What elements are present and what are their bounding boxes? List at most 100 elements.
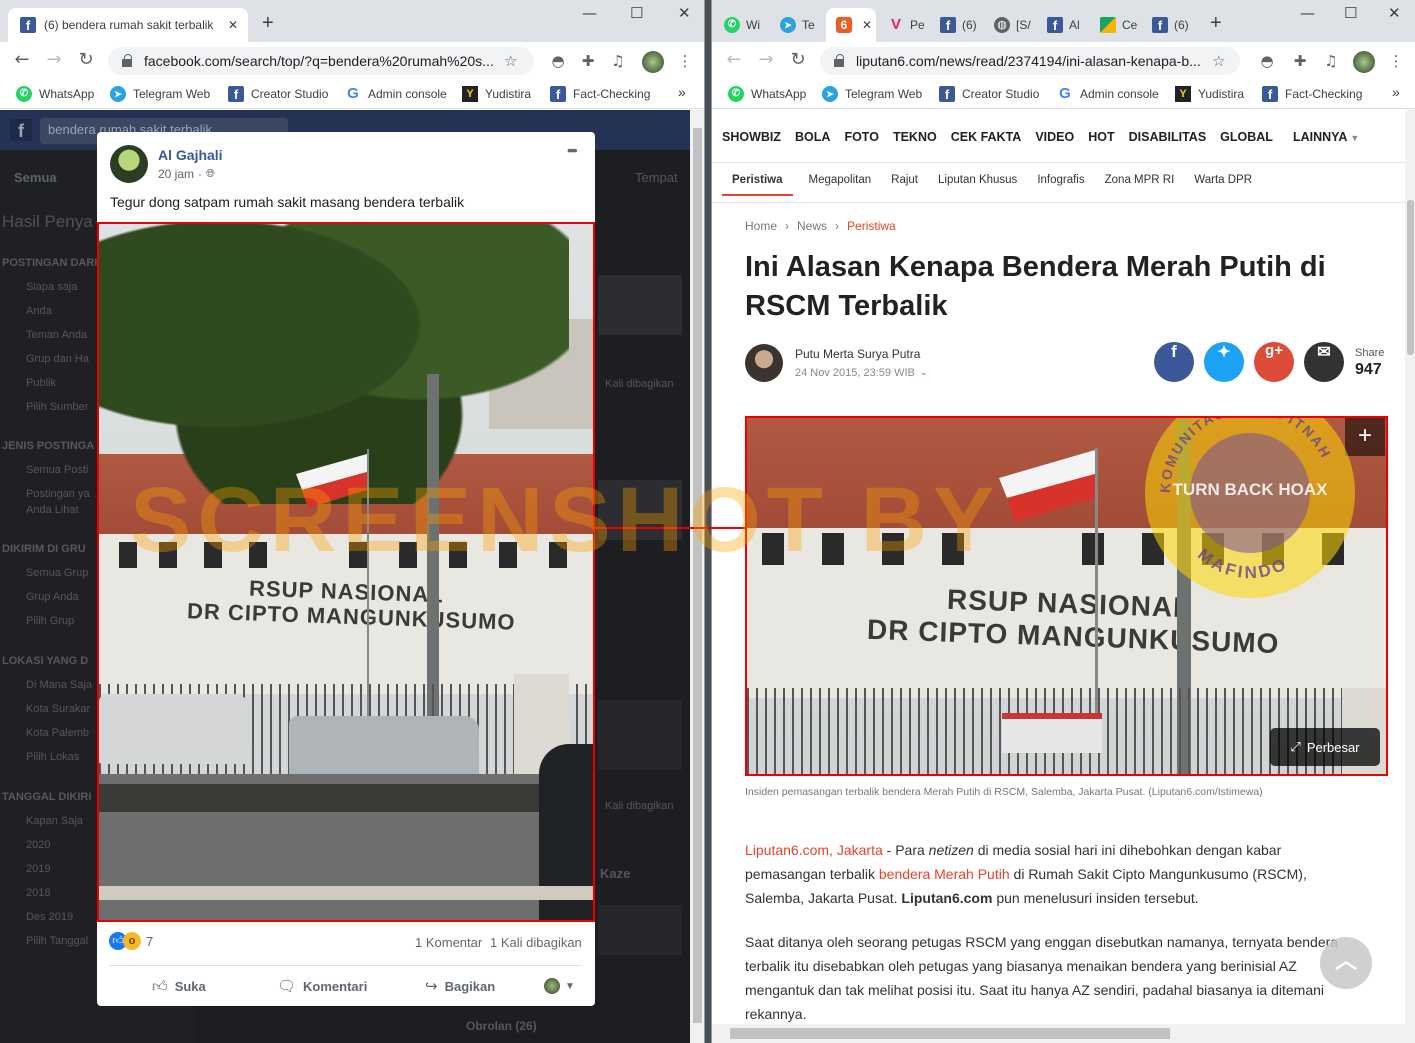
filter-option[interactable]: Siapa saja — [26, 281, 77, 293]
forward-arrow-icon[interactable]: → — [756, 50, 776, 70]
bookmark-star-icon[interactable]: ☆ — [1212, 52, 1225, 70]
bookmark-admin-console[interactable]: G Admin console — [1057, 86, 1159, 102]
maximize-button[interactable]: ☐ — [630, 4, 643, 22]
author-avatar[interactable] — [745, 344, 783, 382]
filter-option[interactable]: Di Mana Saja — [26, 679, 92, 691]
close-tab-icon[interactable]: ✕ — [862, 18, 872, 32]
tab-liputan6[interactable]: 6 ✕ — [826, 8, 876, 42]
subnav-megapolitan[interactable]: Megapolitan — [799, 174, 882, 196]
nav-showbiz[interactable]: SHOWBIZ — [722, 130, 781, 144]
right-page-scrollbar[interactable] — [1405, 110, 1415, 1043]
filter-option[interactable]: Kota Surakar — [26, 703, 90, 715]
bookmark-creator-studio[interactable]: f Creator Studio — [228, 86, 328, 102]
source-link[interactable]: Liputan6.com, Jakarta — [745, 842, 883, 858]
reactions-summary[interactable]: 👍︎ o 7 — [109, 932, 153, 950]
post-as-selector[interactable]: ▼ — [544, 978, 575, 994]
share-email-button[interactable]: ✉ — [1304, 342, 1344, 382]
filter-option[interactable]: Semua Grup — [26, 567, 88, 579]
tab-whatsapp[interactable]: ✆ Wi — [724, 8, 760, 42]
filter-option[interactable]: 2019 — [26, 863, 50, 875]
filter-option[interactable]: Kapan Saja — [26, 815, 83, 827]
incognito-extension-icon[interactable]: ◓ — [1257, 51, 1277, 71]
breadcrumb-home[interactable]: Home — [745, 219, 777, 233]
address-bar[interactable]: liputan6.com/news/read/2374194/ini-alasa… — [820, 47, 1240, 75]
bookmark-telegram[interactable]: ➤ Telegram Web — [110, 86, 210, 102]
horizontal-scrollbar[interactable] — [712, 1024, 1405, 1043]
like-button[interactable]: 👍︎ Suka — [152, 977, 206, 996]
back-arrow-icon[interactable]: ← — [724, 50, 744, 70]
subnav-zona-mpr[interactable]: Zona MPR RI — [1095, 174, 1185, 196]
nav-cek-fakta[interactable]: CEK FAKTA — [951, 130, 1022, 144]
bookmark-fact-checking[interactable]: f Fact-Checking — [1262, 86, 1362, 102]
puzzle-extensions-icon[interactable]: ✚ — [1290, 51, 1310, 71]
filter-option[interactable]: 2018 — [26, 887, 50, 899]
address-bar[interactable]: facebook.com/search/top/?q=bendera%20rum… — [108, 47, 534, 75]
filter-option[interactable]: Teman Anda — [26, 329, 87, 341]
comment-count[interactable]: 1 Komentar — [415, 935, 482, 950]
nav-foto[interactable]: FOTO — [844, 130, 879, 144]
comment-button[interactable]: 🗨︎ Komentari — [277, 977, 367, 995]
reload-icon[interactable]: ↻ — [788, 50, 808, 70]
tab-all[interactable]: Semua — [14, 170, 57, 185]
media-control-icon[interactable]: ♫ — [1321, 51, 1341, 71]
bookmarks-overflow-icon[interactable]: » — [1392, 84, 1400, 100]
author-avatar[interactable] — [110, 145, 148, 183]
bookmark-fact-checking[interactable]: f Fact-Checking — [550, 86, 650, 102]
scrollbar-thumb[interactable] — [693, 128, 702, 1023]
tab-facebook-al[interactable]: f Al — [1047, 8, 1080, 42]
tab-facebook-search[interactable]: f (6) bendera rumah sakit terbalik ✕ — [8, 8, 248, 42]
forward-arrow-icon[interactable]: → — [44, 50, 64, 70]
minimize-button[interactable]: — — [1300, 4, 1315, 22]
subnav-infografis[interactable]: Infografis — [1027, 174, 1094, 196]
enlarge-photo-button[interactable]: ⤢ Perbesar — [1270, 728, 1380, 766]
tab-ce[interactable]: Ce — [1100, 8, 1137, 42]
bookmark-whatsapp[interactable]: ✆ WhatsApp — [728, 86, 806, 102]
filter-option[interactable]: Semua Posti — [26, 464, 88, 476]
filter-option[interactable]: Anda Lihat — [26, 504, 79, 516]
tab-facebook-6[interactable]: f (6) — [1152, 8, 1189, 42]
tab-facebook[interactable]: f (6) — [940, 8, 977, 42]
minimize-button[interactable]: — — [582, 4, 597, 22]
share-facebook-button[interactable]: f — [1154, 342, 1194, 382]
chrome-menu-icon[interactable]: ⋮ — [1386, 51, 1406, 71]
close-tab-icon[interactable]: ✕ — [228, 18, 238, 32]
post-time[interactable]: 20 jam — [158, 167, 194, 181]
subnav-rajut[interactable]: Rajut — [881, 174, 928, 196]
profile-avatar[interactable] — [1353, 51, 1375, 73]
share-google-plus-button[interactable]: g+ — [1254, 342, 1294, 382]
share-button[interactable]: ↪ Bagikan — [425, 977, 495, 995]
share-twitter-button[interactable]: ✦ — [1204, 342, 1244, 382]
bookmark-creator-studio[interactable]: f Creator Studio — [939, 86, 1039, 102]
tab-vivere[interactable]: V Pe — [888, 8, 925, 42]
article-photo[interactable]: RSUP NASIONAL DR CIPTO MANGUNKUSUMO ⤢ Per… — [745, 416, 1388, 776]
profile-avatar[interactable] — [642, 51, 664, 73]
nav-global[interactable]: GLOBAL — [1220, 130, 1273, 144]
bookmark-yudistira[interactable]: Y Yudistira — [462, 86, 531, 102]
bookmark-star-icon[interactable]: ☆ — [504, 52, 517, 70]
nav-video[interactable]: VIDEO — [1035, 130, 1074, 144]
subnav-peristiwa[interactable]: Peristiwa — [722, 174, 793, 196]
breadcrumb-peristiwa[interactable]: Peristiwa — [847, 219, 896, 233]
new-tab-button[interactable]: + — [1210, 12, 1222, 35]
bookmarks-overflow-icon[interactable]: » — [678, 84, 686, 100]
close-window-button[interactable]: ✕ — [678, 4, 691, 22]
tab-telegram[interactable]: ➤ Te — [780, 8, 815, 42]
filter-option[interactable]: Postingan ya — [26, 488, 90, 500]
bookmark-yudistira[interactable]: Y Yudistira — [1175, 86, 1244, 102]
filter-option[interactable]: Pilih Sumber — [26, 401, 88, 413]
post-author[interactable]: Al Gajhali — [158, 147, 223, 163]
nav-hot[interactable]: HOT — [1088, 130, 1114, 144]
nav-disabilitas[interactable]: DISABILITAS — [1129, 130, 1207, 144]
maximize-button[interactable]: ☐ — [1344, 4, 1357, 22]
bookmark-whatsapp[interactable]: ✆ WhatsApp — [16, 86, 94, 102]
chrome-menu-icon[interactable]: ⋮ — [675, 51, 695, 71]
nav-bola[interactable]: BOLA — [795, 130, 830, 144]
share-count[interactable]: 1 Kali dibagikan — [490, 935, 582, 950]
scrollbar-thumb[interactable] — [730, 1028, 1170, 1039]
chevron-down-icon[interactable]: ⌄ — [920, 367, 928, 379]
breadcrumb-news[interactable]: News — [797, 219, 827, 233]
media-control-icon[interactable]: ♫ — [608, 51, 628, 71]
tab-web[interactable]: ◍ [S/ — [994, 8, 1031, 42]
bookmark-admin-console[interactable]: G Admin console — [345, 86, 447, 102]
filter-option[interactable]: Pilih Tanggal — [26, 935, 88, 947]
